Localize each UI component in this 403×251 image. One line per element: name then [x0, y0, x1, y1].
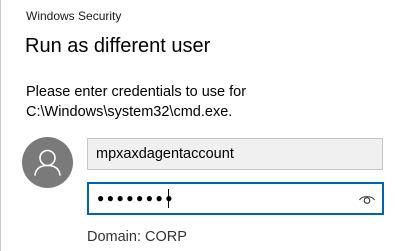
window-title: Windows Security	[26, 9, 122, 23]
dialog-heading: Run as different user	[25, 35, 211, 57]
credential-dialog: Windows Security Run as different user P…	[0, 0, 403, 251]
username-field[interactable]	[87, 138, 383, 170]
credential-message: Please enter credentials to use for C:\W…	[26, 84, 247, 120]
password-field[interactable]: ●●●●●●●●	[87, 182, 384, 215]
domain-label: Domain: CORP	[87, 229, 187, 245]
user-avatar-icon	[22, 137, 73, 188]
text-caret	[168, 189, 169, 208]
password-value: ●●●●●●●●	[97, 191, 175, 205]
eye-icon[interactable]	[358, 190, 376, 208]
